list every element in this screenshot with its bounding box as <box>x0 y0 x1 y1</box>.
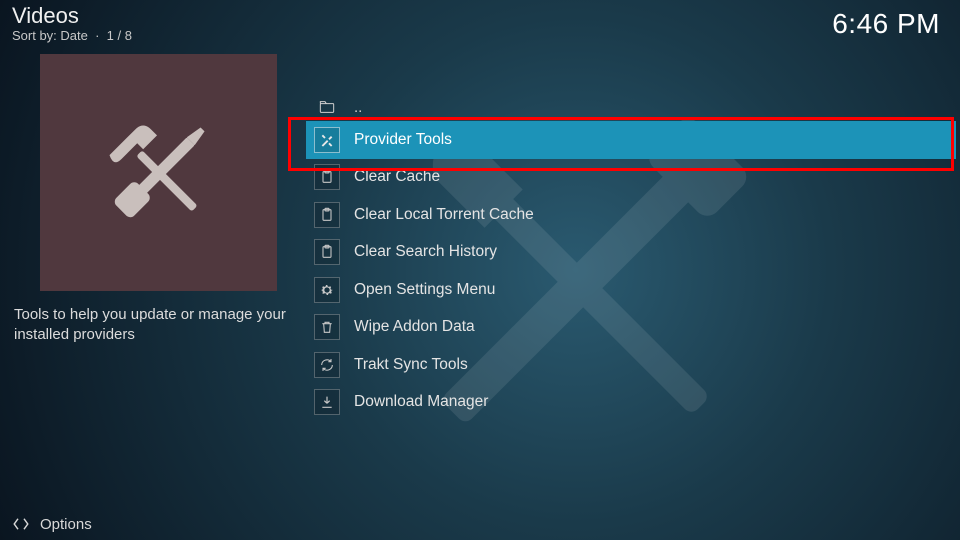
item-description: Tools to help you update or manage your … <box>14 305 300 345</box>
list-item-clear-local-torrent-cache[interactable]: Clear Local Torrent Cache <box>306 196 956 234</box>
tools-icon <box>89 103 229 243</box>
parent-dir-label: .. <box>354 99 956 116</box>
header: Videos Sort by: Date · 1 / 8 <box>0 0 960 46</box>
download-icon <box>314 389 340 415</box>
list-item-label: Wipe Addon Data <box>354 318 956 336</box>
list-item-label: Provider Tools <box>354 131 956 149</box>
list-item-clear-search-history[interactable]: Clear Search History <box>306 234 956 272</box>
trash-icon <box>314 314 340 340</box>
list-item-label: Clear Search History <box>354 243 956 261</box>
clipboard-icon <box>314 164 340 190</box>
gear-icon <box>314 277 340 303</box>
options-label[interactable]: Options <box>40 516 92 533</box>
list-item-clear-cache[interactable]: Clear Cache <box>306 159 956 197</box>
page-title: Videos <box>12 4 944 28</box>
clipboard-icon <box>314 239 340 265</box>
sort-label: Sort by: <box>12 28 57 43</box>
sort-value: Date <box>60 28 87 43</box>
options-icon[interactable] <box>12 515 30 533</box>
list-item-trakt-sync-tools[interactable]: Trakt Sync Tools <box>306 346 956 384</box>
clipboard-icon <box>314 202 340 228</box>
item-thumbnail <box>40 54 277 291</box>
tools-icon <box>314 127 340 153</box>
list-position: 1 / 8 <box>107 28 132 43</box>
sync-icon <box>314 352 340 378</box>
folder-up-icon <box>314 97 340 117</box>
list-item-label: Open Settings Menu <box>354 281 956 299</box>
list-item-label: Clear Cache <box>354 168 956 186</box>
list-item-wipe-addon-data[interactable]: Wipe Addon Data <box>306 309 956 347</box>
list-item-provider-tools[interactable]: Provider Tools <box>306 121 956 159</box>
sidebar: Tools to help you update or manage your … <box>14 54 294 345</box>
list-item-label: Trakt Sync Tools <box>354 356 956 374</box>
footer-bar: Options <box>0 508 960 540</box>
clock: 6:46 PM <box>832 8 940 40</box>
list-item-download-manager[interactable]: Download Manager <box>306 384 956 422</box>
list-item-label: Download Manager <box>354 393 956 411</box>
sort-info: Sort by: Date · 1 / 8 <box>12 28 944 43</box>
content-list: .. Provider Tools Clear Cache Clear Loca… <box>306 93 956 421</box>
parent-dir-row[interactable]: .. <box>306 93 956 121</box>
list-item-open-settings-menu[interactable]: Open Settings Menu <box>306 271 956 309</box>
list-item-label: Clear Local Torrent Cache <box>354 206 956 224</box>
